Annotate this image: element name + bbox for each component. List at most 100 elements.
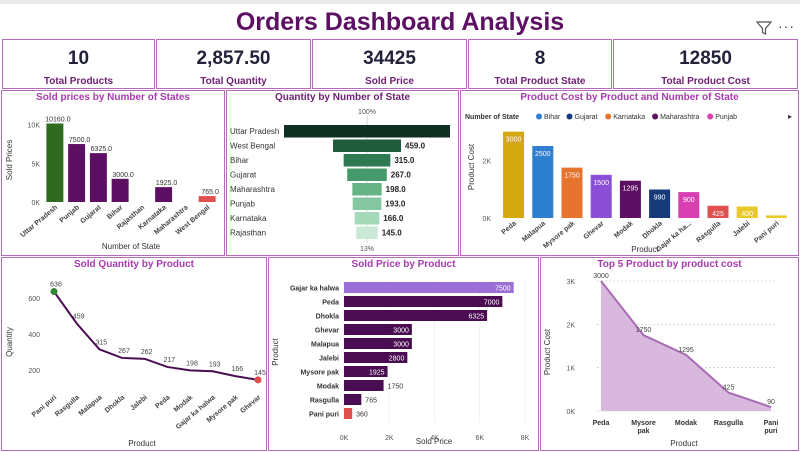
data-label: 400 (741, 211, 753, 218)
y-tick-label: 5K (31, 161, 40, 168)
bar (344, 310, 488, 321)
funnel-category-label: Uttar Pradesh (230, 127, 279, 136)
legend-label: Gujarat (575, 114, 598, 121)
x-tick-label: 6K (475, 435, 484, 442)
bar (344, 394, 362, 405)
data-label: 765 (365, 398, 377, 405)
y-tick-label: Rasgulla (310, 398, 339, 405)
chart-title: Product Cost by Product and Number of St… (520, 92, 739, 103)
data-label: 1500 (593, 180, 609, 187)
bar (155, 187, 173, 202)
x-tick-label: 8K (521, 435, 530, 442)
data-label: 198 (186, 360, 198, 367)
more-options-icon[interactable]: ··· (778, 18, 795, 34)
data-label: 2500 (535, 151, 551, 158)
x-tick-label: Modak (675, 420, 697, 427)
x-tick-label: Gajar ka halwa (175, 394, 217, 431)
chart-sold-prices-by-state: 0K 5K 10K 10160.0 Uttar Pradesh 7500.0 Punjab 6… (5, 116, 219, 251)
kpi-card-total-products: 10 Total Products (2, 39, 155, 89)
legend-next-arrow: ▸ (788, 112, 792, 121)
bar (68, 144, 86, 202)
y-tick-label: Malapua (311, 342, 339, 349)
chart-title: Quantity by Number of State (274, 92, 410, 103)
x-tick-label: Rasgulla (54, 394, 81, 418)
x-tick-label: Gujarat (79, 204, 103, 226)
legend-label: Punjab (715, 114, 737, 121)
data-label: 198.0 (386, 185, 407, 194)
data-label: 267 (118, 348, 130, 355)
x-tick-label: puri (764, 428, 777, 435)
funnel-bar (347, 168, 387, 181)
y-tick-label: 400 (28, 332, 40, 339)
data-label: 6325 (469, 314, 485, 321)
x-tick-label: Mysore (631, 420, 656, 427)
data-label: 7500.0 (69, 137, 91, 144)
chart-title: Top 5 Product by product cost (597, 259, 742, 270)
chart-panel-sold-quantity-by-product: Sold Quantity by Product 200 400 600 636 Pan… (1, 257, 267, 451)
x-tick-label: Uttar Pradesh (19, 204, 59, 239)
funnel-bar (354, 212, 380, 225)
x-tick-label: Peda (154, 394, 171, 410)
funnel-bar (352, 197, 382, 210)
data-label: 193.0 (385, 200, 406, 209)
chart-title: Sold prices by Number of States (36, 92, 190, 103)
chart-quantity-by-state-funnel: 100% Uttar Pradesh West Bengal 459.0 Bihar 31… (230, 109, 450, 253)
y-tick-label: 10K (28, 123, 41, 130)
data-label: 459 (73, 313, 85, 320)
dashboard-title: Orders Dashboard Analysis (235, 8, 565, 36)
funnel-bar (356, 226, 378, 239)
legend-marker (536, 113, 542, 120)
legend-marker (707, 113, 714, 120)
x-tick-label: Ghevar (239, 394, 262, 415)
legend-label: Karnataka (613, 114, 645, 121)
data-label: 166 (231, 366, 243, 373)
data-label: 3000 (593, 273, 609, 280)
bar (503, 131, 525, 218)
data-label: 315.0 (394, 156, 415, 165)
data-label: 459.0 (405, 142, 426, 151)
data-label: 193 (209, 361, 221, 368)
y-tick-label: Gajar ka halwa (290, 286, 339, 293)
data-label: 1295 (678, 347, 694, 354)
x-tick-label: Bihar (106, 204, 124, 221)
y-axis-title: Product Cost (543, 328, 552, 375)
kpi-label: Total Product State (494, 76, 586, 87)
data-label: 10160.0 (45, 116, 70, 123)
data-label: 1750 (388, 384, 404, 391)
x-tick-label: Pani puri (31, 394, 58, 419)
y-tick-label: 200 (28, 368, 40, 375)
kpi-value: 34425 (363, 48, 416, 69)
y-tick-label: 0K (31, 200, 40, 207)
kpi-label: Total Quantity (200, 76, 267, 87)
y-tick-label: Pani puri (309, 412, 339, 419)
chart-sold-price-by-product: 0K 2K 4K 6K 8KGajar ka halwa 7500Peda 7000Dhok… (271, 280, 530, 446)
funnel-category-label: Rajasthan (230, 229, 266, 238)
kpi-label: Sold Price (365, 76, 414, 87)
x-tick-label: Peda (593, 420, 610, 427)
chart-sold-quantity-by-product: 200 400 600 636 Pani puri 459 Rasgulla 315 Malap… (5, 282, 266, 448)
data-label: 262 (141, 349, 153, 356)
legend-marker (652, 113, 659, 120)
legend-marker (605, 113, 612, 120)
chart-panel-top5-product-cost: Top 5 Product by product cost 0K 1K 2K 3K 30… (540, 257, 799, 451)
chart-panel-product-cost-by-product: Product Cost by Product and Number of St… (460, 90, 799, 256)
x-axis-title: Number of State (102, 242, 161, 251)
bar (198, 196, 216, 202)
bar (678, 192, 700, 218)
data-label: 3000 (393, 328, 409, 335)
x-tick-label: Pani puri (753, 220, 780, 245)
y-axis-title: Sold Prices (5, 140, 14, 180)
data-label: 90 (767, 399, 775, 406)
data-label: 6325.0 (91, 146, 113, 153)
y-tick-label: 600 (28, 296, 40, 303)
filter-icon[interactable] (756, 20, 772, 36)
kpi-card-total-product-state: 8 Total Product State (468, 39, 612, 89)
data-label: 3000 (506, 137, 522, 144)
chart-top5-product-cost: 0K 1K 2K 3K 3000 Peda 1750 Mysorepak 1295 Modak 42… (543, 273, 778, 448)
data-label: 2800 (389, 356, 405, 363)
data-label: 900 (683, 197, 695, 204)
kpi-value: 12850 (679, 48, 732, 69)
chart-panel-sold-price-by-product: Sold Price by Product 0K 2K 4K 6K 8K Gajar ka… (268, 257, 539, 451)
data-label: 267.0 (391, 171, 412, 180)
y-axis-title: Product (271, 337, 280, 365)
